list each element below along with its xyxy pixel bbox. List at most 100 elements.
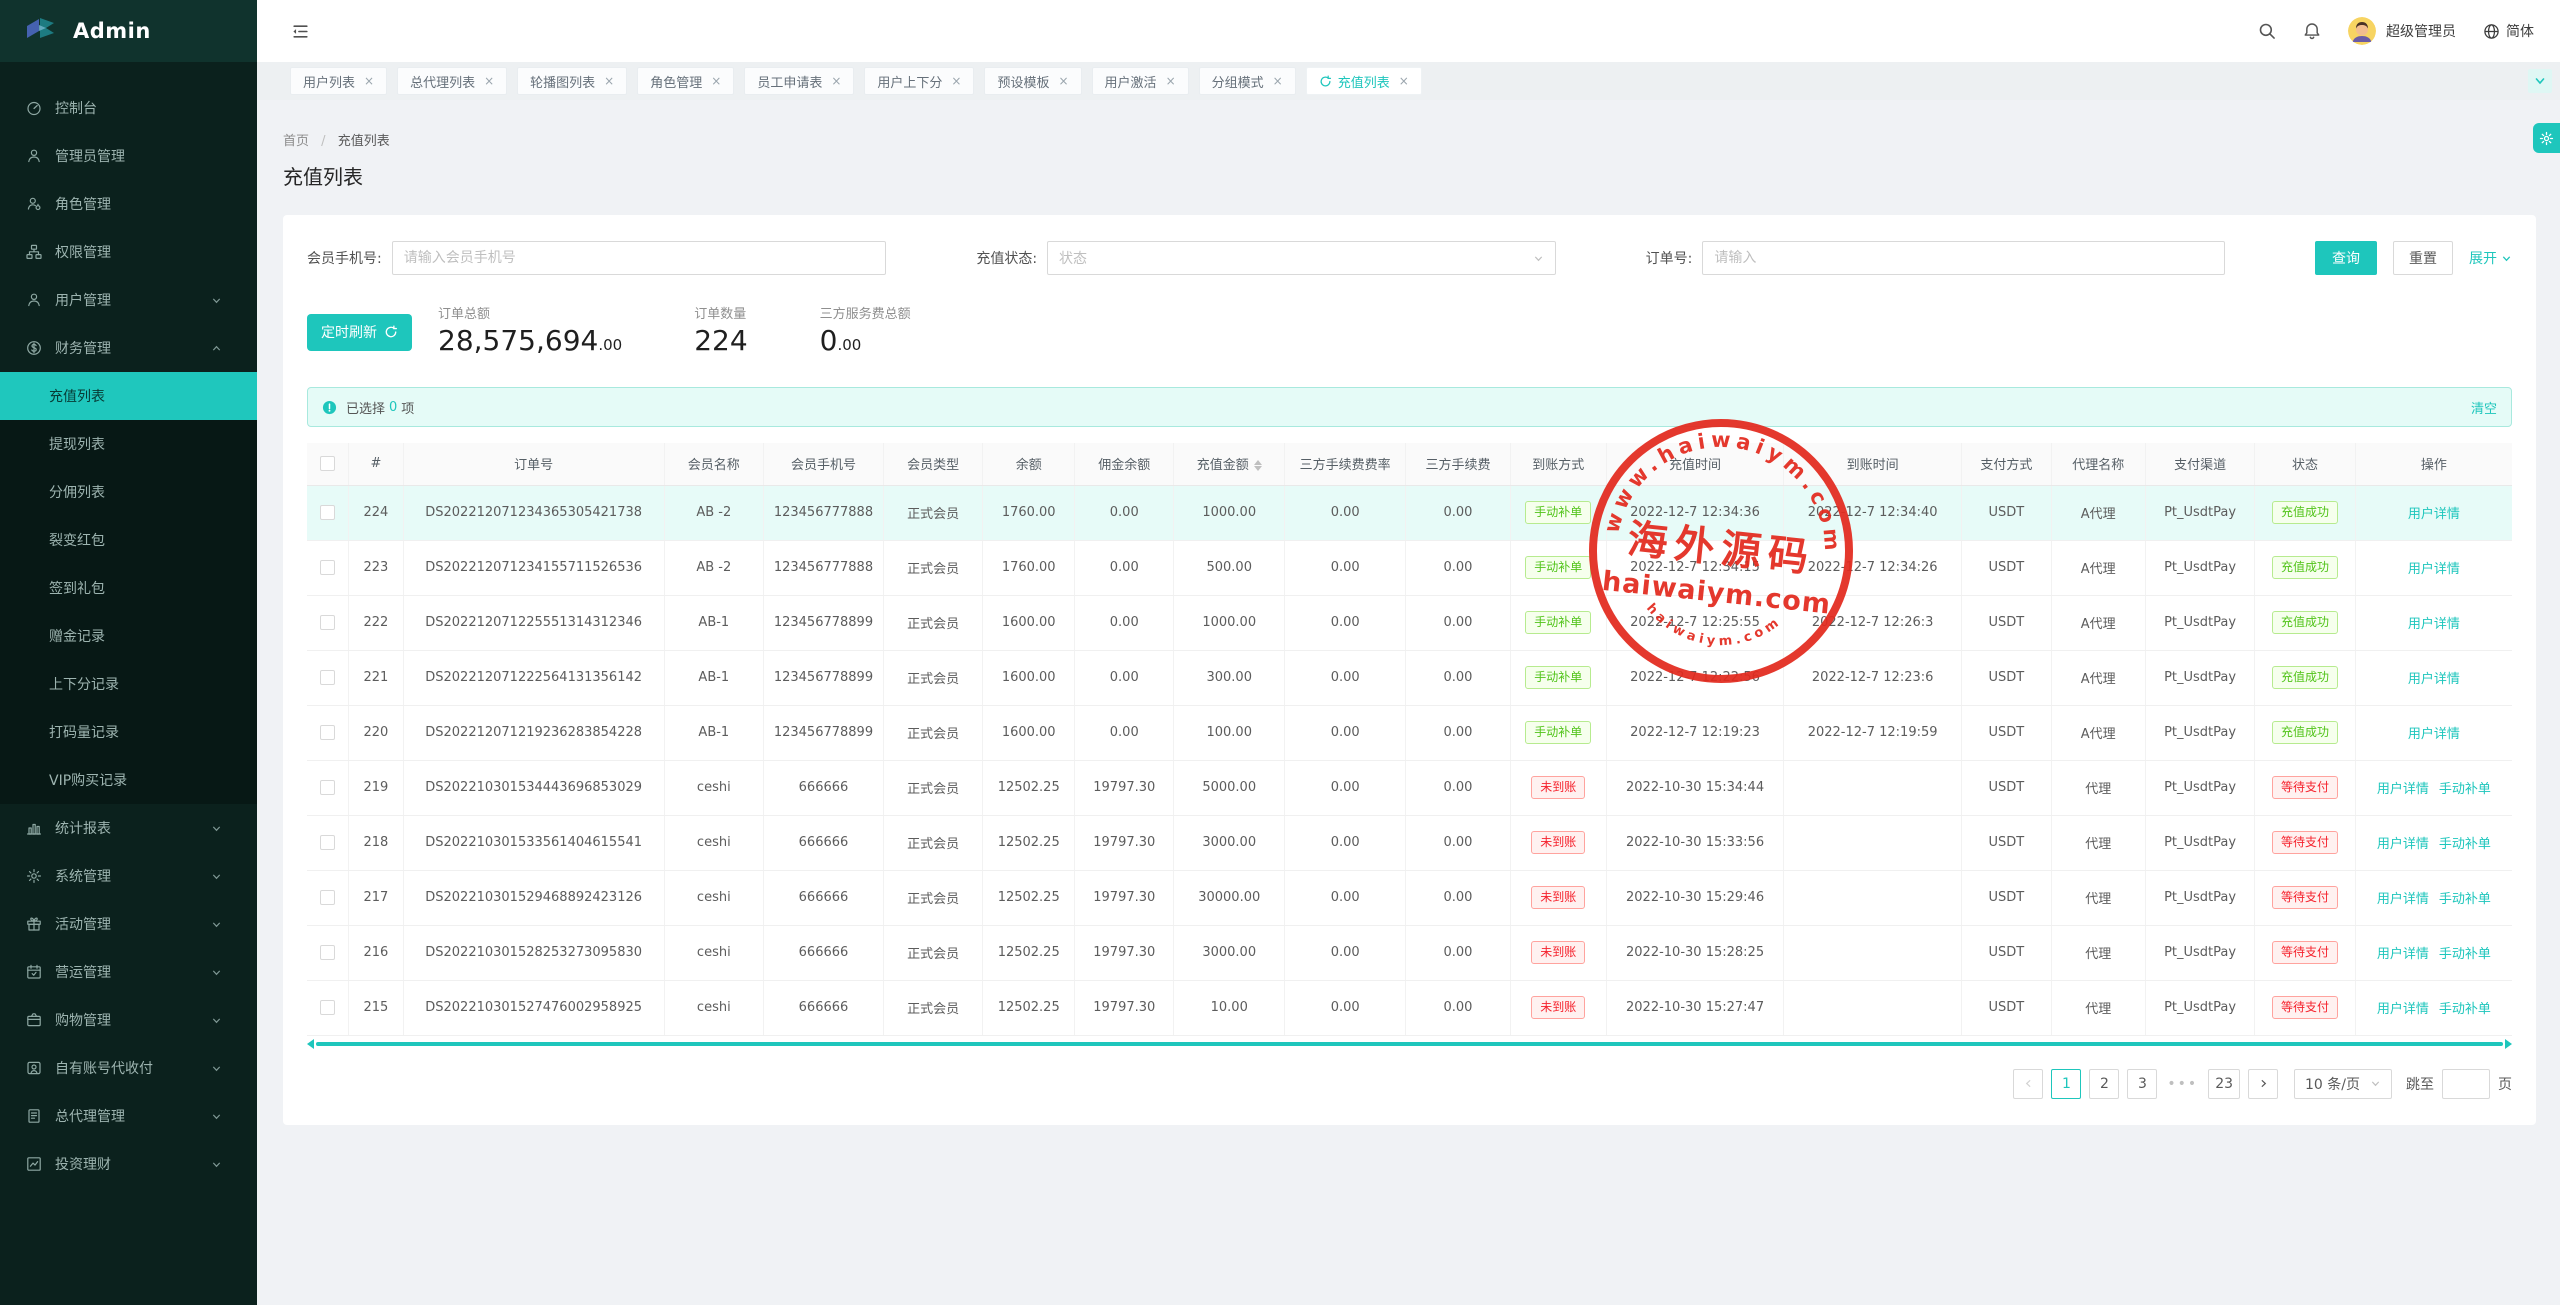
menu-fold-icon[interactable]: [291, 22, 310, 41]
tabs-menu-button[interactable]: [2528, 69, 2552, 93]
brand-logo[interactable]: Admin: [0, 0, 257, 62]
row-checkbox[interactable]: [320, 835, 335, 850]
sidebar-subitem-VIP购买记录[interactable]: VIP购买记录: [0, 756, 257, 804]
tab-充值列表[interactable]: 充值列表×: [1306, 67, 1422, 95]
row-action-link-用户详情[interactable]: 用户详情: [2408, 727, 2460, 742]
tab-用户激活[interactable]: 用户激活×: [1092, 67, 1189, 95]
sidebar-subitem-签到礼包[interactable]: 签到礼包: [0, 564, 257, 612]
tab-close-icon[interactable]: ×: [1058, 74, 1068, 88]
tab-总代理列表[interactable]: 总代理列表×: [397, 67, 507, 95]
sidebar-item-权限管理[interactable]: 权限管理: [0, 228, 257, 276]
pagination-next-button[interactable]: [2248, 1069, 2278, 1099]
row-action-link-用户详情[interactable]: 用户详情: [2408, 562, 2460, 577]
pagination-page-23[interactable]: 23: [2208, 1069, 2240, 1099]
pagination-page-1[interactable]: 1: [2051, 1069, 2081, 1099]
select-all-checkbox[interactable]: [320, 456, 335, 471]
sidebar-item-管理员管理[interactable]: 管理员管理: [0, 132, 257, 180]
sidebar-subitem-上下分记录[interactable]: 上下分记录: [0, 660, 257, 708]
filter-status-group: 充值状态: 状态: [976, 241, 1555, 275]
sidebar-item-统计报表[interactable]: 统计报表: [0, 804, 257, 852]
tab-close-icon[interactable]: ×: [1399, 74, 1409, 88]
row-action-link-用户详情[interactable]: 用户详情: [2408, 672, 2460, 687]
tab-close-icon[interactable]: ×: [484, 74, 494, 88]
sidebar-item-控制台[interactable]: 控制台: [0, 84, 257, 132]
row-action-link-手动补单[interactable]: 手动补单: [2439, 947, 2491, 962]
settings-affix-button[interactable]: [2533, 123, 2560, 153]
clear-selection-link[interactable]: 清空: [2471, 398, 2497, 417]
search-icon[interactable]: [2258, 22, 2276, 40]
sidebar-item-角色管理[interactable]: 角色管理: [0, 180, 257, 228]
row-action-link-手动补单[interactable]: 手动补单: [2439, 1002, 2491, 1017]
sidebar-subitem-打码量记录[interactable]: 打码量记录: [0, 708, 257, 756]
sorter-icon[interactable]: [1254, 460, 1262, 471]
sidebar-item-营运管理[interactable]: 营运管理: [0, 948, 257, 996]
sidebar-subitem-提现列表[interactable]: 提现列表: [0, 420, 257, 468]
search-button[interactable]: 查询: [2315, 241, 2377, 275]
tab-close-icon[interactable]: ×: [604, 74, 614, 88]
pagination-page-2[interactable]: 2: [2089, 1069, 2119, 1099]
page-size-select[interactable]: 10 条/页: [2294, 1069, 2392, 1099]
scroll-right-arrow-icon[interactable]: [2505, 1039, 2512, 1049]
row-action-link-手动补单[interactable]: 手动补单: [2439, 782, 2491, 797]
row-action-link-用户详情[interactable]: 用户详情: [2408, 507, 2460, 522]
tab-分组模式[interactable]: 分组模式×: [1199, 67, 1296, 95]
row-action-link-用户详情[interactable]: 用户详情: [2377, 947, 2429, 962]
sidebar-subitem-充值列表[interactable]: 充值列表: [0, 372, 257, 420]
row-action-link-用户详情[interactable]: 用户详情: [2377, 1002, 2429, 1017]
row-checkbox[interactable]: [320, 615, 335, 630]
sidebar-item-总代理管理[interactable]: 总代理管理: [0, 1092, 257, 1140]
tab-close-icon[interactable]: ×: [711, 74, 721, 88]
sidebar-subitem-裂变红包[interactable]: 裂变红包: [0, 516, 257, 564]
row-checkbox[interactable]: [320, 780, 335, 795]
row-checkbox[interactable]: [320, 725, 335, 740]
pagination-prev-button[interactable]: [2013, 1069, 2043, 1099]
tab-close-icon[interactable]: ×: [1273, 74, 1283, 88]
sidebar-item-用户管理[interactable]: 用户管理: [0, 276, 257, 324]
scrollbar-thumb[interactable]: [316, 1042, 2503, 1046]
row-checkbox[interactable]: [320, 945, 335, 960]
status-filter-select[interactable]: 状态: [1047, 241, 1556, 275]
row-checkbox[interactable]: [320, 1000, 335, 1015]
breadcrumb-home[interactable]: 首页: [283, 134, 309, 149]
row-checkbox[interactable]: [320, 670, 335, 685]
dashboard-icon: [26, 100, 42, 116]
tab-员工申请表[interactable]: 员工申请表×: [744, 67, 854, 95]
row-checkbox[interactable]: [320, 505, 335, 520]
language-switch[interactable]: 简体: [2483, 21, 2534, 41]
sidebar-subitem-分佣列表[interactable]: 分佣列表: [0, 468, 257, 516]
sidebar-item-活动管理[interactable]: 活动管理: [0, 900, 257, 948]
row-action-link-手动补单[interactable]: 手动补单: [2439, 892, 2491, 907]
phone-filter-input[interactable]: [392, 241, 887, 275]
order-filter-input[interactable]: [1702, 241, 2225, 275]
reset-button[interactable]: 重置: [2393, 241, 2453, 275]
row-action-link-用户详情[interactable]: 用户详情: [2377, 892, 2429, 907]
user-menu[interactable]: 超级管理员: [2348, 17, 2456, 45]
sidebar-item-财务管理[interactable]: 财务管理: [0, 324, 257, 372]
sidebar-item-自有账号代收付[interactable]: 自有账号代收付: [0, 1044, 257, 1092]
sidebar-item-购物管理[interactable]: 购物管理: [0, 996, 257, 1044]
sidebar-item-系统管理[interactable]: 系统管理: [0, 852, 257, 900]
tab-close-icon[interactable]: ×: [364, 74, 374, 88]
tab-close-icon[interactable]: ×: [831, 74, 841, 88]
tab-角色管理[interactable]: 角色管理×: [637, 67, 734, 95]
tab-close-icon[interactable]: ×: [951, 74, 961, 88]
sidebar-item-投资理财[interactable]: 投资理财: [0, 1140, 257, 1188]
page-jump-input[interactable]: [2442, 1069, 2490, 1099]
tab-预设模板[interactable]: 预设模板×: [984, 67, 1081, 95]
row-checkbox[interactable]: [320, 890, 335, 905]
tab-用户上下分[interactable]: 用户上下分×: [864, 67, 974, 95]
row-action-link-手动补单[interactable]: 手动补单: [2439, 837, 2491, 852]
row-checkbox[interactable]: [320, 560, 335, 575]
bell-icon[interactable]: [2303, 22, 2321, 40]
sidebar-subitem-赠金记录[interactable]: 赠金记录: [0, 612, 257, 660]
auto-refresh-button[interactable]: 定时刷新: [307, 314, 412, 351]
tab-close-icon[interactable]: ×: [1166, 74, 1176, 88]
tab-轮播图列表[interactable]: 轮播图列表×: [517, 67, 627, 95]
pagination-page-3[interactable]: 3: [2127, 1069, 2157, 1099]
tab-用户列表[interactable]: 用户列表×: [290, 67, 387, 95]
expand-link[interactable]: 展开: [2469, 248, 2512, 268]
row-action-link-用户详情[interactable]: 用户详情: [2377, 837, 2429, 852]
scroll-left-arrow-icon[interactable]: [307, 1039, 314, 1049]
row-action-link-用户详情[interactable]: 用户详情: [2408, 617, 2460, 632]
row-action-link-用户详情[interactable]: 用户详情: [2377, 782, 2429, 797]
